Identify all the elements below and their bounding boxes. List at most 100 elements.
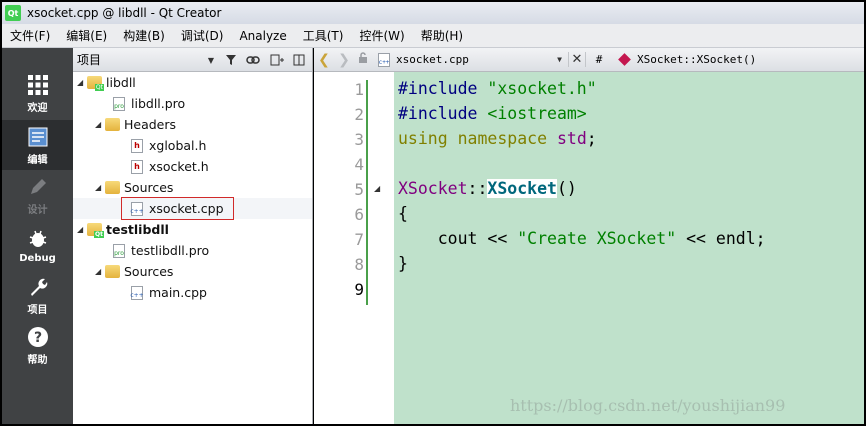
code-token: (): [556, 179, 577, 198]
selection-highlight-box: [121, 197, 234, 220]
fold-marker-icon[interactable]: ◢: [374, 184, 380, 193]
tree-item-label: libdll: [106, 75, 136, 90]
headers-folder-icon: [105, 118, 120, 131]
forward-arrow-icon[interactable]: ❯: [334, 52, 354, 68]
tree-item-label: Sources: [124, 180, 174, 195]
code-token: << endl;: [676, 229, 766, 248]
line-number: 5: [354, 180, 364, 199]
tree-item-libdll[interactable]: ◢ libdll: [77, 72, 136, 93]
line-number: 7: [354, 230, 364, 249]
change-marker-bar: [366, 80, 368, 305]
code-token: "xsocket.h": [487, 79, 597, 98]
code-token: }: [398, 254, 408, 273]
tree-item-label: libdll.pro: [131, 96, 186, 111]
code-editor[interactable]: [394, 72, 864, 424]
menu-debug[interactable]: 调试(D): [173, 24, 232, 48]
back-arrow-icon[interactable]: ❮: [314, 52, 334, 68]
split-icon[interactable]: [269, 52, 285, 68]
tree-item-label: Headers: [124, 117, 177, 132]
pro-file-icon: pro: [113, 243, 125, 258]
menu-tools[interactable]: 工具(T): [295, 24, 352, 48]
mode-debug[interactable]: Debug: [2, 220, 73, 270]
pencil-icon: [26, 175, 50, 199]
mode-bar: 欢迎 编辑 设计 Debug 项目 ? 帮助: [2, 48, 73, 424]
header-file-icon: h: [131, 138, 143, 153]
code-token: XSocket: [398, 179, 468, 198]
chevron-down-icon[interactable]: ▼: [203, 52, 219, 68]
code-line: #include "xsocket.h": [398, 79, 597, 98]
code-token: std: [556, 129, 587, 148]
tree-item-testlibdll-pro[interactable]: pro testlibdll.pro: [113, 240, 209, 261]
mode-edit[interactable]: 编辑: [2, 120, 73, 170]
editor-toolbar: ❮ ❯ c++ xsocket.cpp ▼ ✕ # XSocket::XSock…: [314, 48, 864, 72]
mode-design[interactable]: 设计: [2, 170, 73, 220]
expand-arrow-icon[interactable]: ◢: [77, 225, 87, 234]
code-token: "Create XSocket": [517, 229, 677, 248]
code-line: #include <iostream>: [398, 104, 587, 123]
mode-help[interactable]: ? 帮助: [2, 320, 73, 370]
mode-welcome[interactable]: 欢迎: [2, 68, 73, 118]
close-icon[interactable]: ✕: [568, 52, 586, 67]
mode-projects[interactable]: 项目: [2, 270, 73, 320]
menu-bar: 文件(F) 编辑(E) 构建(B) 调试(D) Analyze 工具(T) 控件…: [2, 24, 864, 48]
current-symbol: XSocket::XSocket(): [637, 53, 757, 66]
code-token: XSocket: [487, 179, 557, 198]
tree-item-headers[interactable]: ◢ Headers: [95, 114, 176, 135]
menu-build[interactable]: 构建(B): [115, 24, 173, 48]
expand-arrow-icon[interactable]: ◢: [95, 183, 105, 192]
menu-help[interactable]: 帮助(H): [413, 24, 471, 48]
grid-icon: [26, 73, 50, 97]
project-toolbar: 项目 ▼: [73, 48, 312, 72]
svg-text:?: ?: [33, 330, 41, 346]
tree-item-xglobal-h[interactable]: h xglobal.h: [131, 135, 206, 156]
bug-icon: [26, 227, 50, 251]
cpp-file-icon: c++: [130, 285, 144, 300]
document-icon: [26, 125, 50, 149]
tree-item-sources-2[interactable]: ◢ Sources: [95, 261, 173, 282]
project-pane: 项目 ▼ ◢ libdll pro libdll.pro ◢ Headers h…: [73, 48, 313, 424]
code-token: namespace: [457, 129, 548, 148]
tree-item-testlibdll[interactable]: ◢ testlibdll: [77, 219, 169, 240]
tree-item-sources[interactable]: ◢ Sources: [95, 177, 173, 198]
expand-arrow-icon[interactable]: ◢: [95, 267, 105, 276]
tree-item-label: Sources: [124, 264, 174, 279]
filter-icon[interactable]: [223, 52, 239, 68]
qt-logo-icon: Qt: [5, 5, 21, 21]
qt-project-folder-icon: [87, 223, 104, 238]
menu-file[interactable]: 文件(F): [2, 24, 58, 48]
tree-item-main-cpp[interactable]: c++ main.cpp: [130, 282, 207, 303]
close-pane-icon[interactable]: [291, 52, 307, 68]
expand-arrow-icon[interactable]: ◢: [77, 78, 87, 87]
code-line: }: [398, 254, 408, 273]
window-title: xsocket.cpp @ libdll - Qt Creator: [27, 6, 222, 20]
code-token: {: [398, 204, 408, 223]
open-documents-combo[interactable]: c++ xsocket.cpp ▼: [378, 52, 568, 67]
code-token: <iostream>: [487, 104, 587, 123]
tree-item-xsocket-h[interactable]: h xsocket.h: [131, 156, 209, 177]
code-token: #include: [398, 104, 488, 123]
line-number: 4: [354, 155, 364, 174]
code-line: {: [398, 204, 408, 223]
project-view-selector[interactable]: 项目: [77, 51, 101, 68]
menu-analyze[interactable]: Analyze: [231, 24, 294, 48]
cpp-file-icon: c++: [378, 52, 390, 67]
mode-label: 设计: [27, 204, 48, 216]
header-file-icon: h: [131, 159, 143, 174]
expand-arrow-icon[interactable]: ◢: [95, 120, 105, 129]
code-token: using: [398, 129, 448, 148]
line-number: 2: [354, 105, 364, 124]
code-line: XSocket::XSocket(): [398, 179, 577, 198]
mode-label: 编辑: [27, 154, 48, 166]
chevron-down-icon[interactable]: ▼: [557, 55, 562, 64]
link-icon[interactable]: [245, 52, 261, 68]
menu-widgets[interactable]: 控件(W): [351, 24, 412, 48]
line-number: 1: [354, 80, 364, 99]
symbol-combo[interactable]: XSocket::XSocket(): [618, 53, 757, 66]
line-number: 9: [354, 280, 364, 299]
mode-label: 帮助: [27, 354, 48, 366]
menu-edit[interactable]: 编辑(E): [58, 24, 115, 48]
qt-project-folder-icon: [87, 76, 104, 91]
tree-item-libdll-pro[interactable]: pro libdll.pro: [113, 93, 185, 114]
